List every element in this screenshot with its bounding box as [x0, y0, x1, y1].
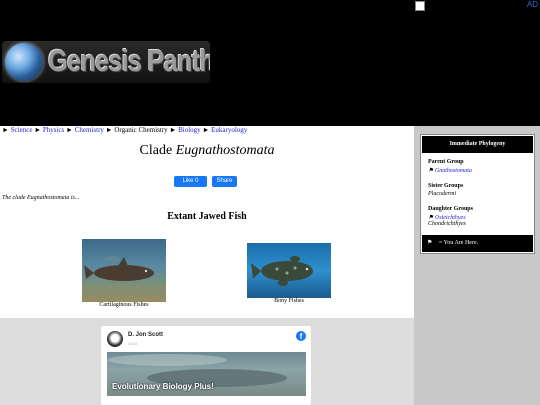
daughter-group-label: Daughter Groups [428, 206, 473, 212]
coelacanth-illustration [251, 256, 313, 286]
breadcrumb-item[interactable]: Eukaryology [211, 126, 247, 134]
facebook-icon[interactable]: f [296, 331, 306, 341]
page-name[interactable]: D. Jon Scott [128, 332, 163, 338]
breadcrumb-arrow-icon: ► [2, 126, 11, 134]
section-heading: Extant Jawed Fish [167, 211, 247, 222]
breadcrumb-item[interactable]: Physics [43, 126, 64, 134]
breadcrumb-arrow-icon: ► [167, 126, 179, 134]
breadcrumb-item: Organic Chemistry [114, 126, 168, 134]
phylogeny-heading: Immediate Phylogeny [422, 136, 533, 153]
site-logo[interactable]: Genesis Panthesis [2, 41, 210, 83]
page-followers: 1 0 0 [128, 341, 137, 346]
cover-title: Evolutionary Biology Plus! [112, 382, 214, 391]
legend-text: = You Are Here. [438, 240, 479, 246]
breadcrumb-arrow-icon: ► [64, 126, 75, 134]
logo-text: Genesis Panthesis [48, 43, 210, 78]
broken-image-icon [415, 1, 425, 11]
page-title: Clade Eugnathostomata [0, 143, 414, 159]
breadcrumb-arrow-icon: ► [32, 126, 43, 134]
cover-photo[interactable]: Evolutionary Biology Plus! [107, 352, 306, 396]
parent-group-label: Parent Group [428, 159, 464, 165]
facebook-page-widget[interactable]: D. Jon Scott 1 0 0 f Evolutionary Biolog… [101, 326, 311, 405]
title-prefix: Clade [139, 143, 173, 158]
breadcrumb-arrow-icon: ► [103, 126, 115, 134]
breadcrumb-item[interactable]: Chemistry [75, 126, 104, 134]
side-advertisement[interactable]: AD [414, 0, 540, 126]
facebook-like-button[interactable]: Like 0 [174, 176, 207, 187]
parent-group-link[interactable]: Gnathostomata [435, 168, 472, 174]
intro-text: The clade Eugnathostomata is... [2, 195, 80, 201]
parent-group-value: ⚑ Gnathostomata [428, 167, 472, 174]
avatar[interactable] [107, 331, 123, 347]
phylogeny-box: Immediate Phylogeny Parent Group ⚑ Gnath… [420, 134, 535, 254]
ad-label[interactable]: AD [527, 0, 538, 9]
daughter-group-value: Chondrichthyes [428, 221, 466, 227]
shark-illustration [84, 256, 154, 281]
cartilaginous-fish-image[interactable] [82, 239, 166, 302]
breadcrumb-item[interactable]: Biology [178, 126, 201, 134]
breadcrumb-item[interactable]: Science [11, 126, 33, 134]
main-content: Clade Eugnathostomata Like 0 Share The c… [0, 135, 414, 318]
daughter-group-value: ⚑ Osteichthyes [428, 214, 466, 221]
flag-icon: ⚑ [427, 240, 433, 246]
flag-icon: ⚑ [428, 168, 434, 174]
bony-fish-image[interactable] [247, 243, 331, 298]
breadcrumb: ► Science ► Physics ► Chemistry ► Organi… [2, 126, 247, 135]
facebook-share-button[interactable]: Share [212, 176, 237, 187]
sister-group-value: Placodermi [428, 191, 456, 197]
sister-group-label: Sister Groups [428, 183, 464, 189]
phylogeny-legend: ⚑ = You Are Here. [422, 235, 533, 252]
globe-icon [5, 43, 43, 81]
title-taxon: Eugnathostomata [175, 143, 275, 158]
image-caption: Bony Fishes [274, 298, 304, 304]
image-caption: Cartilaginous Fishes [99, 302, 149, 308]
breadcrumb-arrow-icon: ► [200, 126, 212, 134]
site-header: Genesis Panthesis [0, 0, 414, 126]
